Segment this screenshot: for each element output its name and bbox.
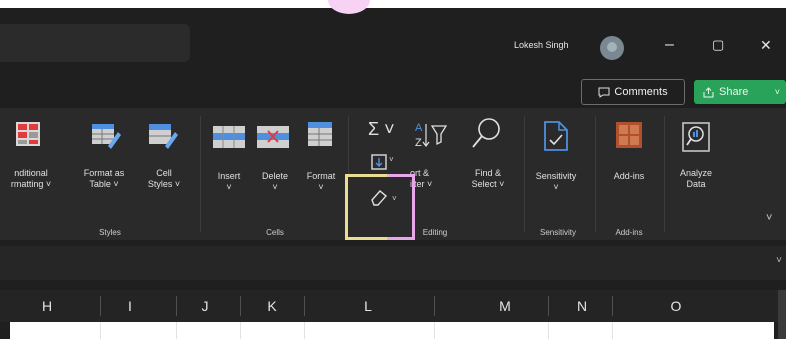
format-as-table-button[interactable]: Format as Table ˅ [70, 168, 138, 190]
conditional-formatting-button[interactable]: nditional rmatting ˅ [2, 168, 60, 190]
column-header-n[interactable]: N [552, 290, 612, 322]
minimize-button[interactable]: – [665, 35, 674, 55]
analyze-data-line2: Data [686, 179, 706, 189]
column-separator [304, 296, 305, 316]
column-separator [434, 296, 435, 316]
format-dropdown-icon: ˅ [318, 182, 324, 192]
add-ins-icon[interactable] [614, 120, 644, 150]
format-as-table-icon[interactable] [90, 120, 122, 150]
find-select-line2: Select ˅ [471, 179, 505, 189]
vertical-scrollbar[interactable] [778, 290, 786, 339]
expand-formula-bar-icon[interactable]: ˅ [776, 255, 782, 266]
delete-button[interactable]: Delete ˅ [252, 171, 298, 193]
format-label: Format [306, 171, 336, 181]
comment-icon [598, 87, 610, 98]
delete-label: Delete [261, 171, 288, 181]
group-divider [664, 116, 665, 232]
find-select-button[interactable]: Find & Select ˅ [458, 168, 518, 190]
grid-line [434, 322, 435, 339]
find-select-line1: Find & [474, 168, 501, 178]
delete-dropdown-icon: ˅ [272, 182, 278, 192]
format-as-table-line1: Format as [83, 168, 125, 178]
sort-filter-line1: ort & [410, 168, 430, 178]
column-header-h[interactable]: H [14, 290, 80, 322]
add-ins-group-label: Add-ins [615, 228, 643, 237]
delete-cells-icon[interactable] [256, 124, 290, 150]
column-separator [176, 296, 177, 316]
column-header-row: H I J K L M N O [0, 290, 786, 322]
grid-line [548, 322, 549, 339]
grid-line [176, 322, 177, 339]
grid-line [100, 322, 101, 339]
column-header-m[interactable]: M [450, 290, 560, 322]
grid-line [612, 322, 613, 339]
analyze-data-line1: Analyze [679, 168, 713, 178]
group-divider [595, 116, 596, 232]
insert-cells-icon[interactable] [212, 124, 246, 150]
format-cells-icon[interactable] [306, 120, 336, 150]
user-name: Lokesh Singh [514, 40, 569, 50]
column-separator [548, 296, 549, 316]
conditional-formatting-icon[interactable] [14, 120, 42, 148]
excel-window: Lokesh Singh – ▢ ✕ Comments Share ˅ ndit… [0, 8, 786, 339]
svg-text:A: A [415, 122, 423, 134]
analyze-data-button[interactable]: Analyze Data [668, 168, 724, 190]
cell-grid[interactable] [10, 322, 774, 339]
column-header-j[interactable]: J [180, 290, 230, 322]
column-separator [100, 296, 101, 316]
cell-styles-line1: Cell [156, 168, 172, 178]
format-button[interactable]: Format ˅ [298, 171, 344, 193]
format-as-table-line2: Table ˅ [89, 179, 119, 189]
sort-filter-button[interactable]: ort & ilter ˅ [410, 168, 456, 190]
share-label: Share [719, 86, 749, 98]
sensitivity-label: Sensitivity [535, 171, 577, 181]
column-header-k[interactable]: K [244, 290, 300, 322]
sensitivity-icon[interactable] [541, 120, 571, 152]
ribbon-collapse-chevron-icon[interactable]: ˅ [766, 212, 772, 224]
autosum-button[interactable]: Σ ˅ [368, 118, 395, 140]
svg-text:Z: Z [415, 137, 422, 149]
share-icon [703, 86, 714, 97]
insert-button[interactable]: Insert ˅ [206, 171, 252, 193]
avatar[interactable] [600, 36, 624, 60]
close-button[interactable]: ✕ [760, 35, 772, 55]
column-separator [612, 296, 613, 316]
column-header-o[interactable]: O [616, 290, 736, 322]
grid-line [240, 322, 241, 339]
highlight-annotation [345, 174, 415, 240]
sort-filter-line2: ilter ˅ [410, 179, 433, 189]
fill-icon[interactable]: ˅ [370, 151, 396, 173]
search-box[interactable] [0, 24, 190, 62]
column-header-l[interactable]: L [308, 290, 428, 322]
styles-group-label: Styles [99, 228, 121, 237]
grid-line [304, 322, 305, 339]
conditional-formatting-line1: nditional [14, 168, 48, 178]
restore-button[interactable]: ▢ [712, 35, 724, 55]
column-separator [240, 296, 241, 316]
cell-styles-button[interactable]: Cell Styles ˅ [136, 168, 192, 190]
cells-group-label: Cells [266, 228, 284, 237]
analyze-data-icon[interactable] [680, 120, 712, 154]
group-divider [348, 116, 349, 174]
insert-label: Insert [217, 171, 241, 181]
sensitivity-button[interactable]: Sensitivity ˅ [524, 171, 588, 193]
share-dropdown-icon[interactable]: ˅ [775, 87, 780, 97]
group-divider [200, 116, 201, 232]
cell-styles-line2: Styles ˅ [147, 179, 181, 189]
comments-label: Comments [614, 86, 668, 98]
formula-bar[interactable]: ˅ [0, 246, 786, 280]
share-button[interactable]: Share ˅ [694, 80, 786, 104]
comments-button[interactable]: Comments [581, 79, 685, 105]
svg-text:˅: ˅ [389, 155, 394, 164]
sensitivity-group-label: Sensitivity [539, 228, 576, 237]
conditional-formatting-line2: rmatting ˅ [10, 179, 52, 189]
find-select-icon[interactable] [470, 116, 504, 152]
insert-dropdown-icon: ˅ [226, 182, 232, 192]
add-ins-button[interactable]: Add-ins [602, 171, 656, 182]
column-header-i[interactable]: I [104, 290, 156, 322]
sort-filter-icon[interactable]: A Z [414, 118, 448, 154]
sensitivity-dropdown-icon: ˅ [553, 182, 559, 192]
cell-styles-icon[interactable] [147, 120, 179, 150]
